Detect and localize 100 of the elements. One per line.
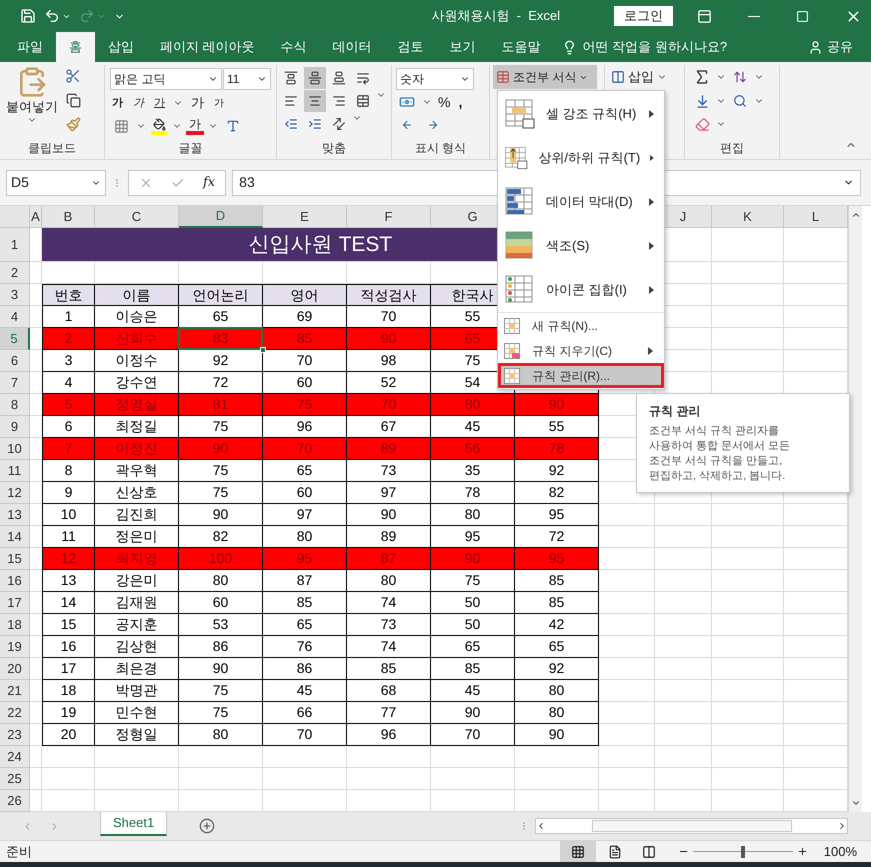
- row-header[interactable]: 12: [0, 482, 30, 504]
- font-size-field[interactable]: 11: [223, 68, 271, 90]
- column-header[interactable]: A: [30, 206, 42, 228]
- grow-font-button[interactable]: 가: [189, 93, 206, 113]
- ribbon-tab[interactable]: 보기: [436, 32, 489, 62]
- row-header[interactable]: 15: [0, 548, 30, 570]
- ribbon-tab[interactable]: 수식: [268, 32, 320, 62]
- row-header[interactable]: 22: [0, 702, 30, 724]
- row-header[interactable]: 24: [0, 746, 30, 768]
- row-header[interactable]: 19: [0, 636, 30, 658]
- zoom-in-button[interactable]: [796, 846, 808, 857]
- table-cell: 90: [179, 658, 263, 680]
- column-header[interactable]: F: [347, 206, 431, 228]
- underline-button[interactable]: 가: [152, 94, 167, 112]
- row-header[interactable]: 6: [0, 350, 30, 372]
- table-cell: 20: [42, 724, 95, 746]
- undo-button[interactable]: [44, 8, 60, 24]
- italic-button[interactable]: 가: [131, 94, 146, 112]
- page-break-button[interactable]: [642, 844, 656, 858]
- empty-cell: [655, 746, 712, 768]
- menu-item[interactable]: 상위/하위 규칙(T): [498, 136, 664, 180]
- normal-view-button[interactable]: [560, 840, 596, 862]
- row-header[interactable]: 4: [0, 306, 30, 328]
- row-header[interactable]: 3: [0, 284, 30, 306]
- column-header[interactable]: C: [95, 206, 179, 228]
- table-cell: 85: [515, 570, 599, 592]
- row-header[interactable]: 16: [0, 570, 30, 592]
- maximize-button[interactable]: [796, 10, 809, 22]
- insert-function-button[interactable]: fx: [203, 172, 216, 192]
- column-header[interactable]: K: [712, 206, 784, 228]
- ribbon-tab[interactable]: 파일: [4, 32, 56, 62]
- vertical-scrollbar[interactable]: [848, 206, 862, 812]
- name-box[interactable]: D5: [6, 170, 106, 196]
- align-center-button[interactable]: [304, 90, 326, 112]
- row-header[interactable]: 21: [0, 680, 30, 702]
- row-header[interactable]: 17: [0, 592, 30, 614]
- column-header[interactable]: E: [263, 206, 347, 228]
- align-middle-button[interactable]: [304, 67, 326, 89]
- row-header[interactable]: 2: [0, 262, 30, 284]
- column-header[interactable]: D: [179, 206, 263, 228]
- percent-button[interactable]: %: [436, 92, 452, 112]
- empty-cell: [712, 658, 784, 680]
- ribbon-tab[interactable]: 삽입: [95, 32, 147, 62]
- font-color-button[interactable]: 가: [186, 118, 204, 134]
- bold-button[interactable]: 가: [110, 94, 125, 112]
- menu-item[interactable]: 셀 강조 규칙(H): [498, 92, 664, 136]
- row-header[interactable]: 18: [0, 614, 30, 636]
- empty-cell: [655, 526, 712, 548]
- menu-item[interactable]: 아이콘 집합(I): [498, 268, 664, 312]
- paste-button[interactable]: 붙여넣기: [6, 65, 58, 137]
- insert-cells-icon: [611, 70, 625, 84]
- zoom-level[interactable]: 100%: [824, 842, 857, 862]
- page-layout-button[interactable]: [608, 844, 622, 858]
- row-header[interactable]: 7: [0, 372, 30, 394]
- table-cell: 19: [42, 702, 95, 724]
- row-header[interactable]: 11: [0, 460, 30, 482]
- fill-handle[interactable]: [260, 347, 266, 353]
- ribbon-tab[interactable]: 검토: [384, 32, 437, 62]
- maximize-icon: [796, 10, 809, 22]
- row-header[interactable]: 1: [0, 228, 30, 262]
- arrow-left-icon: [401, 119, 413, 131]
- slider-thumb[interactable]: [740, 846, 745, 858]
- number-format-field[interactable]: 숫자: [396, 68, 474, 90]
- ribbon-tab[interactable]: 도움말: [488, 32, 554, 62]
- ribbon-tab[interactable]: 홈: [56, 32, 95, 62]
- sheet-tab[interactable]: Sheet1: [100, 812, 168, 836]
- row-header[interactable]: 14: [0, 526, 30, 548]
- font-name-field[interactable]: 맑은 고딕: [110, 68, 222, 90]
- row-header[interactable]: 20: [0, 658, 30, 680]
- row-header[interactable]: 25: [0, 768, 30, 790]
- ribbon-tab[interactable]: 페이지 레이아웃: [147, 32, 268, 62]
- column-header[interactable]: B: [42, 206, 95, 228]
- row-header[interactable]: 9: [0, 416, 30, 438]
- share-button[interactable]: 공유: [808, 32, 853, 62]
- table-cell: 95: [263, 548, 347, 570]
- ribbon-tab[interactable]: 데이터: [320, 32, 385, 62]
- insert-button[interactable]: 삽입: [611, 67, 654, 87]
- login-button[interactable]: 로그인: [614, 6, 673, 26]
- table-cell: 60: [263, 482, 347, 504]
- save-button[interactable]: [20, 8, 36, 24]
- row-header[interactable]: 26: [0, 790, 30, 812]
- column-header[interactable]: L: [784, 206, 848, 228]
- table-cell: 42: [515, 614, 599, 636]
- tell-me-field[interactable]: 어떤 작업을 원하시나요?: [582, 37, 728, 57]
- row-header[interactable]: 5: [0, 328, 30, 350]
- row-header[interactable]: 13: [0, 504, 30, 526]
- shrink-font-button[interactable]: 가: [212, 96, 226, 110]
- conditional-format-button[interactable]: 조건부 서식: [493, 65, 597, 89]
- scroll-thumb[interactable]: [592, 820, 792, 832]
- new-sheet-button[interactable]: [199, 818, 216, 834]
- fill-color-button[interactable]: [150, 118, 168, 134]
- comma-button[interactable]: ,: [456, 92, 464, 112]
- ribbon-display-button[interactable]: [697, 8, 712, 24]
- row-header[interactable]: 8: [0, 394, 30, 416]
- table-cell: 6: [42, 416, 95, 438]
- horizontal-scrollbar[interactable]: [535, 818, 848, 834]
- row-header[interactable]: 10: [0, 438, 30, 460]
- zoom-slider[interactable]: [692, 844, 793, 858]
- row-header[interactable]: 23: [0, 724, 30, 746]
- menu-item[interactable]: 규칙 관리(R)...: [498, 363, 664, 388]
